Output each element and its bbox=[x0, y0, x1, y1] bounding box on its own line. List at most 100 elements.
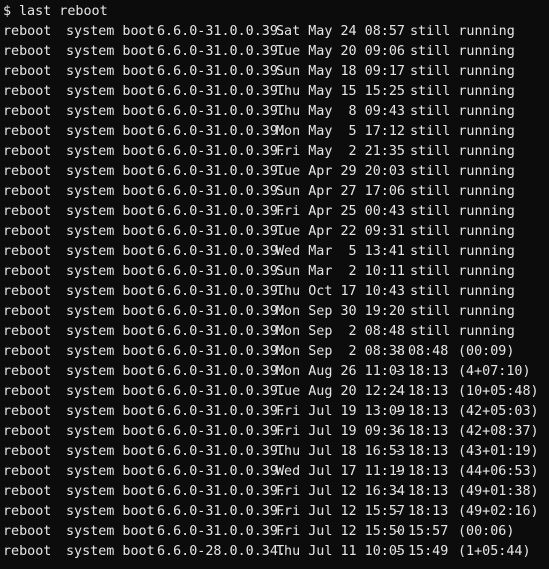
row-user: reboot bbox=[3, 344, 52, 359]
row-kernel: 6.6.0-31.0.0.39. bbox=[157, 364, 286, 379]
reboot-record-row: reboot system boot 6.6.0-31.0.0.39. Fri Apr… bbox=[0, 202, 549, 222]
row-date: Wed Mar 5 13:41 bbox=[276, 244, 405, 259]
row-user: reboot bbox=[3, 484, 52, 499]
reboot-record-row: reboot system boot 6.6.0-31.0.0.39. Tue Apr… bbox=[0, 222, 549, 242]
reboot-record-row: reboot system boot 6.6.0-31.0.0.39. Mon May… bbox=[0, 122, 549, 142]
row-separator: - bbox=[394, 444, 403, 459]
row-duration: (42+08:37) bbox=[458, 424, 539, 439]
row-date: Fri May 2 21:35 bbox=[276, 144, 405, 159]
reboot-record-row: reboot system boot 6.6.0-31.0.0.39. Fri May… bbox=[0, 142, 549, 162]
row-until: still running bbox=[410, 24, 515, 39]
row-separator: - bbox=[394, 484, 403, 499]
reboot-record-row: reboot system boot 6.6.0-31.0.0.39. Thu Oct… bbox=[0, 282, 549, 302]
row-kernel: 6.6.0-31.0.0.39. bbox=[157, 444, 286, 459]
row-duration: (1+05:44) bbox=[458, 544, 531, 559]
row-kernel: 6.6.0-31.0.0.39. bbox=[157, 224, 286, 239]
row-until: 08:48 bbox=[408, 344, 449, 359]
row-tty: system boot bbox=[66, 164, 155, 179]
row-kernel: 6.6.0-31.0.0.39. bbox=[157, 424, 286, 439]
row-until: still running bbox=[410, 64, 515, 79]
row-until: still running bbox=[410, 224, 515, 239]
row-kernel: 6.6.0-31.0.0.39. bbox=[157, 264, 286, 279]
row-date: Mon Sep 2 08:38 bbox=[276, 344, 405, 359]
row-duration: (10+05:48) bbox=[458, 384, 539, 399]
reboot-record-row: reboot system boot 6.6.0-31.0.0.39. Fri Jul… bbox=[0, 422, 549, 442]
reboot-record-row: reboot system boot 6.6.0-31.0.0.39. Thu May… bbox=[0, 102, 549, 122]
row-until: still running bbox=[410, 244, 515, 259]
row-tty: system boot bbox=[66, 144, 155, 159]
row-date: Mon Sep 30 19:20 bbox=[276, 304, 405, 319]
row-duration: (44+06:53) bbox=[458, 464, 539, 479]
row-kernel: 6.6.0-31.0.0.39. bbox=[157, 124, 286, 139]
row-tty: system boot bbox=[66, 464, 155, 479]
row-tty: system boot bbox=[66, 204, 155, 219]
reboot-record-row: reboot system boot 6.6.0-31.0.0.39. Mon Aug… bbox=[0, 362, 549, 382]
reboot-record-row: reboot system boot 6.6.0-31.0.0.39. Fri Jul… bbox=[0, 522, 549, 542]
row-user: reboot bbox=[3, 44, 52, 59]
row-user: reboot bbox=[3, 64, 52, 79]
prompt-line: $ last reboot bbox=[0, 2, 549, 22]
row-tty: system boot bbox=[66, 44, 155, 59]
row-kernel: 6.6.0-31.0.0.39. bbox=[157, 144, 286, 159]
reboot-record-row: reboot system boot 6.6.0-31.0.0.39. Mon Sep… bbox=[0, 302, 549, 322]
row-user: reboot bbox=[3, 404, 52, 419]
row-tty: system boot bbox=[66, 484, 155, 499]
prompt-symbol: $ bbox=[3, 4, 12, 19]
row-separator: - bbox=[394, 544, 403, 559]
row-duration: (43+01:19) bbox=[458, 444, 539, 459]
row-tty: system boot bbox=[66, 64, 155, 79]
row-until: 18:13 bbox=[408, 364, 449, 379]
row-tty: system boot bbox=[66, 124, 155, 139]
row-duration: (49+01:38) bbox=[458, 484, 539, 499]
row-until: still running bbox=[410, 204, 515, 219]
row-user: reboot bbox=[3, 324, 52, 339]
row-user: reboot bbox=[3, 144, 52, 159]
row-duration: (42+05:03) bbox=[458, 404, 539, 419]
row-until: 18:13 bbox=[408, 504, 449, 519]
row-user: reboot bbox=[3, 464, 52, 479]
row-kernel: 6.6.0-31.0.0.39. bbox=[157, 384, 286, 399]
row-date: Tue Apr 29 20:03 bbox=[276, 164, 405, 179]
row-user: reboot bbox=[3, 544, 52, 559]
row-date: Mon Sep 2 08:48 bbox=[276, 324, 405, 339]
row-kernel: 6.6.0-31.0.0.39. bbox=[157, 484, 286, 499]
row-date: Fri Jul 12 15:57 bbox=[276, 504, 405, 519]
row-tty: system boot bbox=[66, 504, 155, 519]
row-until: still running bbox=[410, 104, 515, 119]
reboot-record-row: reboot system boot 6.6.0-31.0.0.39. Wed Mar… bbox=[0, 242, 549, 262]
reboot-record-row: reboot system boot 6.6.0-31.0.0.39. Sun May… bbox=[0, 62, 549, 82]
row-until: still running bbox=[410, 124, 515, 139]
row-duration: (00:06) bbox=[458, 524, 515, 539]
row-kernel: 6.6.0-31.0.0.39. bbox=[157, 304, 286, 319]
row-tty: system boot bbox=[66, 364, 155, 379]
row-separator: - bbox=[394, 464, 403, 479]
row-date: Thu Oct 17 10:43 bbox=[276, 284, 405, 299]
row-kernel: 6.6.0-31.0.0.39. bbox=[157, 504, 286, 519]
row-tty: system boot bbox=[66, 344, 155, 359]
reboot-record-row: reboot system boot 6.6.0-31.0.0.39. Sun Mar… bbox=[0, 262, 549, 282]
row-date: Sun Apr 27 17:06 bbox=[276, 184, 405, 199]
row-user: reboot bbox=[3, 164, 52, 179]
reboot-record-row: reboot system boot 6.6.0-31.0.0.39. Fri Jul… bbox=[0, 482, 549, 502]
row-date: Thu Jul 18 16:53 bbox=[276, 444, 405, 459]
row-until: 18:13 bbox=[408, 424, 449, 439]
row-kernel: 6.6.0-31.0.0.39. bbox=[157, 244, 286, 259]
row-user: reboot bbox=[3, 204, 52, 219]
row-until: 18:13 bbox=[408, 384, 449, 399]
row-kernel: 6.6.0-31.0.0.39. bbox=[157, 344, 286, 359]
row-tty: system boot bbox=[66, 184, 155, 199]
row-tty: system boot bbox=[66, 264, 155, 279]
reboot-record-row: reboot system boot 6.6.0-31.0.0.39. Sat May… bbox=[0, 22, 549, 42]
row-kernel: 6.6.0-31.0.0.39. bbox=[157, 184, 286, 199]
row-date: Fri Apr 25 00:43 bbox=[276, 204, 405, 219]
row-user: reboot bbox=[3, 24, 52, 39]
row-kernel: 6.6.0-31.0.0.39. bbox=[157, 464, 286, 479]
reboot-record-row: reboot system boot 6.6.0-31.0.0.39. Mon Sep… bbox=[0, 342, 549, 362]
row-date: Mon Aug 26 11:03 bbox=[276, 364, 405, 379]
row-tty: system boot bbox=[66, 244, 155, 259]
row-date: Thu Jul 11 10:05 bbox=[276, 544, 405, 559]
row-user: reboot bbox=[3, 264, 52, 279]
reboot-record-row: reboot system boot 6.6.0-31.0.0.39. Fri Jul… bbox=[0, 502, 549, 522]
terminal-window[interactable]: $ last reboot reboot system boot 6.6.0-31.… bbox=[0, 0, 549, 569]
row-until: still running bbox=[410, 304, 515, 319]
